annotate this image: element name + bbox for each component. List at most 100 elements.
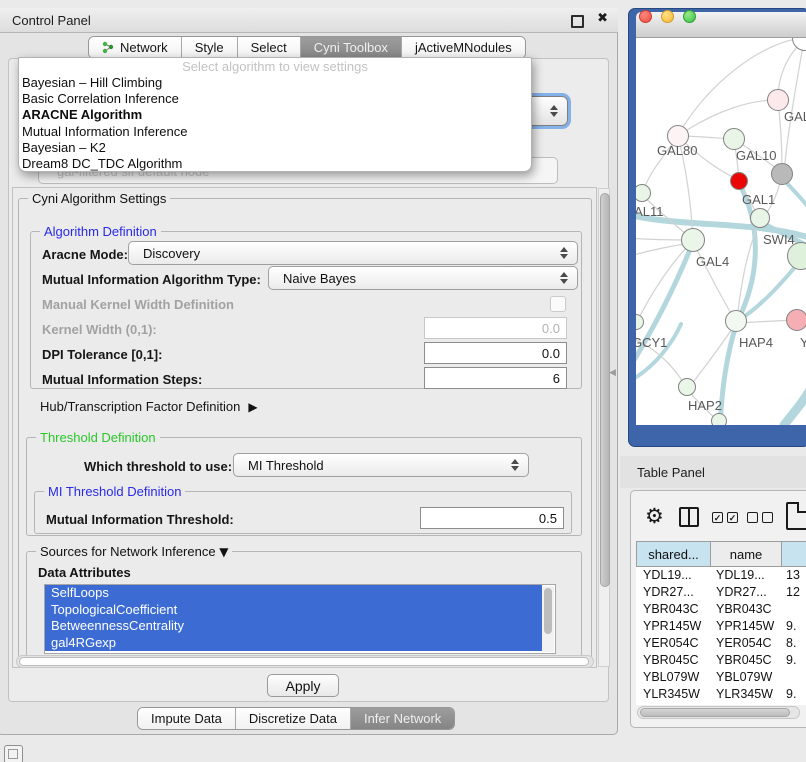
data-attributes-list[interactable]: SelfLoopsTopologicalCoefficientBetweenne… [44, 584, 556, 654]
tab-network[interactable]: Network [89, 37, 182, 58]
new-table-icon[interactable] [786, 502, 806, 530]
network-node-gal4[interactable] [681, 228, 705, 252]
attribute-item[interactable]: gal4RGexp [45, 635, 542, 652]
tab-infer-network[interactable]: Infer Network [351, 708, 454, 729]
network-node-swi4[interactable] [750, 208, 770, 228]
table-cell: YBR045C [636, 653, 711, 667]
network-node-gal1[interactable] [730, 172, 748, 190]
column-header-shared-name[interactable]: shared... [636, 541, 711, 567]
table-row[interactable]: YER054CYER054C8. [636, 635, 806, 652]
tab-jactivemodules-label: jActiveMNodules [415, 40, 512, 55]
expanded-arrow-icon[interactable]: ▼ [219, 545, 228, 559]
close-panel-icon[interactable]: ✖ [597, 11, 608, 26]
dpi-tolerance-value: 0.0 [542, 346, 560, 361]
table-row[interactable]: YPR145WYPR145W9. [636, 618, 806, 635]
popup-item-bayesian-hill-climbing[interactable]: Bayesian – Hill Climbing [19, 75, 531, 91]
network-node-y[interactable] [786, 309, 806, 331]
popup-item-aracne[interactable]: ARACNE Algorithm [19, 107, 531, 123]
combo-stepper-icon [560, 247, 568, 259]
settings-horizontal-scrollbar[interactable] [16, 655, 594, 668]
table-row[interactable]: YBR045CYBR045C9. [636, 651, 806, 668]
algorithm-dropdown-popup: Select algorithm to view settings Bayesi… [18, 57, 532, 172]
kernel-width-field[interactable]: 0.0 [424, 317, 567, 339]
table-cell: 9. [782, 687, 806, 701]
mac-zoom-button[interactable] [683, 10, 696, 23]
aracne-mode-value: Discovery [143, 246, 200, 261]
deselect-all-icon[interactable] [747, 512, 773, 523]
hscroll-thumb[interactable] [19, 657, 589, 666]
table-settings-gear-icon[interactable]: ⚙ [645, 504, 664, 528]
column-layout-icon[interactable] [679, 507, 699, 527]
table-cell: YDL19... [636, 568, 711, 582]
table-cell: YDL19... [711, 568, 782, 582]
tab-jactivemodules[interactable]: jActiveMNodules [402, 37, 525, 58]
combo-stepper-icon [511, 459, 519, 471]
network-node-hap2[interactable] [678, 378, 696, 396]
mi-threshold-field[interactable]: 0.5 [420, 507, 564, 529]
dpi-tolerance-field[interactable]: 0.0 [424, 342, 567, 364]
network-node-layer: GALGAL80GAL10GAL1SWI4GAL11GAL4GCY1HAP4YH… [636, 38, 806, 425]
column-header-name[interactable]: name [711, 541, 782, 567]
network-node-gal[interactable] [767, 89, 789, 111]
select-all-icon[interactable]: ✓ ✓ [712, 512, 738, 523]
table-cell: YIL052C [711, 704, 782, 705]
network-node[interactable] [771, 163, 793, 185]
popup-item-dream8[interactable]: Dream8 DC_TDC Algorithm [19, 156, 531, 172]
cyni-settings-group-title: Cyni Algorithm Settings [28, 191, 170, 206]
attribute-item[interactable]: BetweennessCentrality [45, 618, 542, 635]
network-node-gal10[interactable] [723, 128, 745, 150]
aracne-mode-combobox[interactable]: Discovery [128, 241, 578, 265]
panel-splitter-arrow[interactable]: ◀ [609, 368, 616, 378]
hub-definition-expander[interactable]: Hub/Transcription Factor Definition ▶ [40, 399, 258, 414]
network-icon [102, 41, 115, 54]
tab-select[interactable]: Select [238, 37, 301, 58]
attributes-scrollbar[interactable] [542, 586, 554, 652]
network-node[interactable] [792, 38, 806, 51]
popup-item-bayesian-k2[interactable]: Bayesian – K2 [19, 140, 531, 156]
settings-vertical-scrollbar[interactable] [598, 188, 610, 667]
floating-panel-icon[interactable] [4, 745, 23, 762]
popup-item-mutual-information[interactable]: Mutual Information Inference [19, 124, 531, 140]
mi-steps-field[interactable]: 6 [424, 367, 567, 389]
table-body: YDL19...YDL19...13YDR27...YDR27...12YBR0… [636, 567, 806, 705]
table-cell: YER054C [636, 636, 711, 650]
combo-stepper-icon [560, 272, 568, 284]
table-row[interactable]: YDL19...YDL19...13 [636, 567, 806, 584]
table-hscroll-thumb[interactable] [640, 708, 790, 717]
table-horizontal-scrollbar[interactable] [637, 706, 800, 719]
attribute-item[interactable]: SelfLoops [45, 585, 542, 602]
table-cell: 9. [782, 653, 806, 667]
table-row[interactable]: YBR043CYBR043C [636, 601, 806, 618]
column-header-cutoff[interactable] [782, 541, 806, 567]
network-canvas[interactable]: GALGAL80GAL10GAL1SWI4GAL11GAL4GCY1HAP4YH… [636, 38, 806, 425]
float-panel-icon[interactable] [571, 15, 584, 28]
table-row[interactable]: YDR27...YDR27...12 [636, 584, 806, 601]
mac-minimize-button[interactable] [661, 10, 674, 23]
tab-style[interactable]: Style [182, 37, 238, 58]
vscroll-thumb[interactable] [600, 193, 610, 587]
tab-cyni-toolbox[interactable]: Cyni Toolbox [301, 37, 402, 58]
mac-close-button[interactable] [639, 10, 652, 23]
attribute-item[interactable]: TopologicalCoefficient [45, 602, 542, 619]
dpi-tolerance-label: DPI Tolerance [0,1]: [42, 347, 162, 362]
attributes-scrollbar-thumb[interactable] [544, 588, 552, 634]
network-node-hap4[interactable] [725, 310, 747, 332]
table-cell: YBL079W [711, 670, 782, 684]
tab-impute-data[interactable]: Impute Data [138, 708, 236, 729]
network-node-gcy1[interactable] [636, 314, 644, 330]
network-node-gal11[interactable] [636, 184, 651, 202]
popup-item-basic-correlation[interactable]: Basic Correlation Inference [19, 91, 531, 107]
table-row[interactable]: YLR345WYLR345W9. [636, 685, 806, 702]
table-row[interactable]: YIL052CYIL052C8. [636, 702, 806, 705]
manual-kernel-width-checkbox[interactable] [550, 296, 566, 312]
which-threshold-combobox[interactable]: MI Threshold [233, 453, 529, 477]
apply-button[interactable]: Apply [267, 674, 339, 697]
node-label: SWI4 [763, 232, 795, 247]
manual-kernel-width-label: Manual Kernel Width Definition [42, 297, 234, 312]
mi-algorithm-type-combobox[interactable]: Naive Bayes [268, 266, 578, 290]
collapsed-arrow-icon[interactable]: ▶ [248, 400, 257, 414]
network-node[interactable] [711, 413, 727, 425]
network-node[interactable] [787, 242, 806, 270]
table-row[interactable]: YBL079WYBL079W [636, 668, 806, 685]
tab-discretize-data[interactable]: Discretize Data [236, 708, 351, 729]
